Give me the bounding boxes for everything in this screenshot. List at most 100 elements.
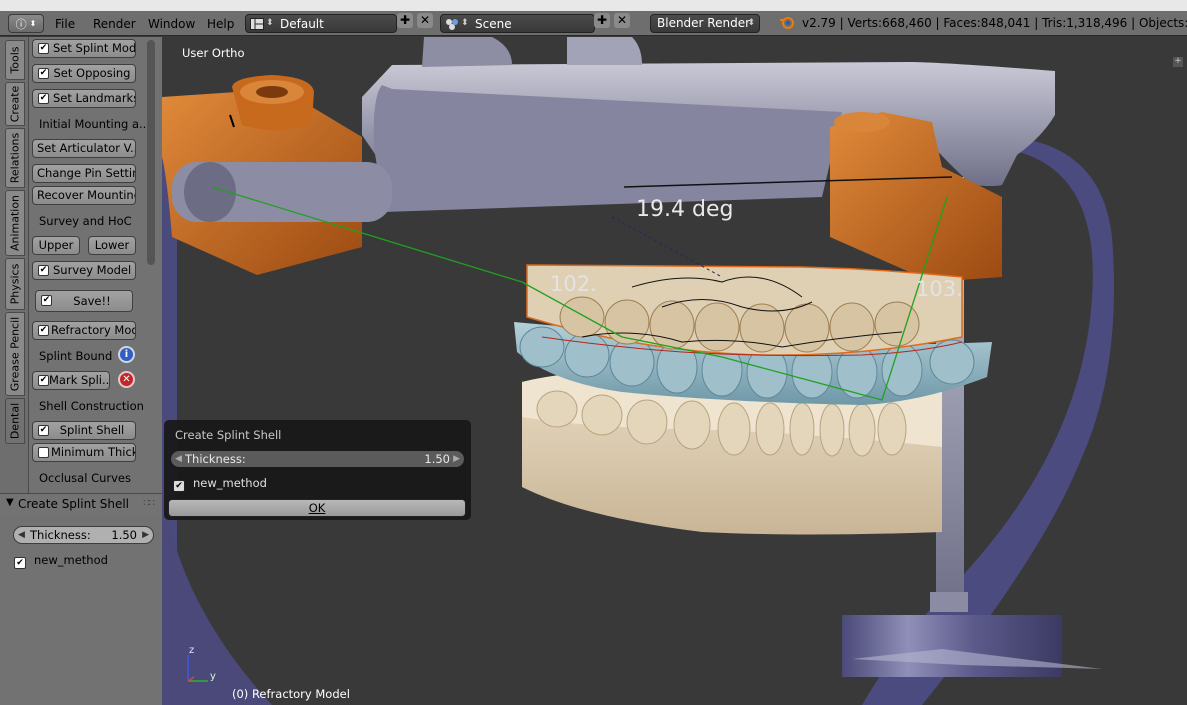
panel-scrollbar[interactable] [147, 40, 155, 265]
set-splint-model-button[interactable]: ✔ Set Splint Model [32, 39, 136, 58]
layout-dropdown[interactable]: ⬍ Default [245, 14, 397, 33]
render-engine-label: Blender Render [657, 16, 751, 30]
save-button[interactable]: ✔ Save!! [35, 290, 133, 312]
tab-dental-label: Dental [8, 402, 22, 440]
shell-construction-label: Shell Construction [39, 399, 144, 413]
collapse-triangle-icon: ▼ [6, 497, 14, 508]
scene-name: Scene [475, 17, 512, 31]
check-icon: ✔ [38, 425, 49, 436]
tab-relations[interactable]: Relations [5, 128, 25, 188]
menu-help[interactable]: Help [207, 15, 234, 33]
check-icon: ✔ [38, 265, 49, 276]
decrement-arrow-icon[interactable]: ◀ [18, 527, 25, 543]
increment-arrow-icon[interactable]: ▶ [453, 451, 460, 467]
tab-grease-pencil[interactable]: Grease Pencil [5, 312, 25, 396]
splint-shell-label: Splint Shell [59, 423, 125, 437]
stats-text: v2.79 | Verts:668,460 | Faces:848,041 | … [802, 16, 1187, 30]
minimum-thickness-button[interactable]: Minimum Thick... [32, 443, 136, 462]
axis-gizmo [187, 655, 208, 682]
info-icon[interactable]: i [118, 346, 135, 363]
tab-physics[interactable]: Physics [5, 258, 25, 310]
remove-layout-button[interactable]: ✕ [417, 13, 433, 28]
tab-animation[interactable]: Animation [5, 190, 25, 256]
refractory-model-button[interactable]: ✔Refractory Model [32, 321, 136, 340]
increment-arrow-icon[interactable]: ▶ [142, 527, 149, 543]
layout-name: Default [280, 17, 324, 31]
operator-panel-header[interactable]: ▼ Create Splint Shell ∷∷ [0, 494, 162, 516]
change-pin-setting-button[interactable]: Change Pin Setting [32, 164, 136, 183]
distance-left: 102. [550, 272, 597, 296]
tab-relations-label: Relations [8, 132, 22, 184]
tab-create[interactable]: Create [5, 82, 25, 126]
set-landmarks-button[interactable]: ✔ Set Landmarks [32, 89, 136, 108]
tab-physics-label: Physics [8, 263, 22, 305]
upper-button[interactable]: Upper [32, 236, 80, 255]
tab-grease-pencil-label: Grease Pencil [8, 316, 22, 392]
info-header: ⓘ ⬍ File Render Window Help ⬍ Default ✚ ✕… [0, 11, 1187, 36]
new-method-label: new_method [34, 553, 108, 567]
dialog-title: Create Splint Shell [175, 428, 282, 442]
tools-panel: ✔ Set Splint Model ✔ Set Opposing ✔ Set Lan… [29, 37, 162, 493]
tab-animation-label: Animation [8, 194, 22, 252]
recover-mounting-button[interactable]: Recover Mounting [32, 186, 136, 205]
mark-splint-button[interactable]: ✔ Mark Spli... [32, 371, 110, 390]
active-object-label: (0) Refractory Model [232, 687, 350, 701]
chevron-updown-icon: ⬍ [266, 18, 274, 28]
drag-handle-icon[interactable]: ∷∷ [143, 498, 155, 509]
plus-icon[interactable]: + [1173, 57, 1183, 67]
occlusal-curves-label: Occlusal Curves [39, 471, 131, 485]
chevron-updown-icon: ⬍ [747, 18, 755, 28]
check-icon: ✔ [38, 68, 49, 79]
angle-measure: 19.4 deg [636, 197, 734, 222]
menu-file[interactable]: File [55, 15, 75, 33]
tool-tabs: Tools Create Relations Animation Physics… [0, 37, 29, 493]
splint-shell-button[interactable]: ✔ Splint Shell [32, 421, 136, 440]
new-method-checkbox[interactable]: ✔ new_method [14, 553, 108, 569]
save-label: Save!! [73, 294, 111, 308]
menu-render[interactable]: Render [93, 15, 136, 33]
scene-icon [446, 19, 458, 30]
3d-viewport[interactable]: User Ortho 19.4 deg 102. 103. (0) Refrac… [162, 37, 1187, 705]
survey-model-label: Survey Model [53, 263, 132, 277]
thickness-field[interactable]: ◀ Thickness: 1.50 ▶ [13, 526, 154, 544]
set-articulator-button[interactable]: Set Articulator V... [32, 139, 136, 158]
decrement-arrow-icon[interactable]: ◀ [175, 451, 182, 467]
check-icon: ✔ [38, 93, 49, 104]
remove-scene-button[interactable]: ✕ [614, 13, 630, 28]
scene-dropdown[interactable]: ⬍ Scene [440, 14, 595, 33]
add-scene-button[interactable]: ✚ [594, 13, 610, 28]
add-layout-button[interactable]: ✚ [397, 13, 413, 28]
tab-create-label: Create [8, 85, 22, 123]
dialog-new-method-checkbox[interactable]: ✔ new_method [173, 476, 267, 492]
tab-dental[interactable]: Dental [5, 398, 25, 444]
thickness-label: Thickness: [30, 528, 91, 542]
lower-button[interactable]: Lower [88, 236, 136, 255]
redo-dialog: Create Splint Shell ◀ Thickness: 1.50 ▶ … [164, 420, 471, 520]
info-icon: ⓘ [15, 17, 27, 31]
cancel-icon[interactable]: ✕ [118, 371, 135, 388]
lower-label: Lower [94, 238, 130, 252]
dialog-thickness-field[interactable]: ◀ Thickness: 1.50 ▶ [170, 450, 465, 468]
distance-right: 103. [916, 277, 963, 301]
check-icon: ✔ [41, 295, 52, 306]
check-icon: ✔ [38, 325, 49, 336]
check-icon: ✔ [14, 557, 26, 569]
set-articulator-label: Set Articulator V... [37, 141, 136, 155]
editor-type-button[interactable]: ⓘ ⬍ [8, 14, 44, 33]
blender-logo-icon [780, 17, 794, 29]
check-icon: ✔ [173, 480, 185, 492]
blender-window: ⓘ ⬍ File Render Window Help ⬍ Default ✚ ✕… [0, 0, 1187, 705]
survey-model-button[interactable]: ✔ Survey Model [32, 261, 136, 280]
ok-button[interactable]: OK [168, 499, 466, 517]
render-engine-dropdown[interactable]: Blender Render ⬍ [650, 14, 760, 33]
tab-tools[interactable]: Tools [5, 40, 25, 80]
refractory-model-label: Refractory Model [51, 323, 135, 337]
menu-window[interactable]: Window [148, 15, 195, 33]
scene-render [162, 37, 1114, 705]
tab-tools-label: Tools [8, 46, 22, 74]
chevron-updown-icon: ⬍ [29, 19, 37, 28]
chevron-updown-icon: ⬍ [461, 18, 469, 28]
check-icon: ✔ [38, 43, 49, 54]
set-landmarks-label: Set Landmarks [53, 91, 136, 105]
set-opposing-button[interactable]: ✔ Set Opposing [32, 64, 136, 83]
